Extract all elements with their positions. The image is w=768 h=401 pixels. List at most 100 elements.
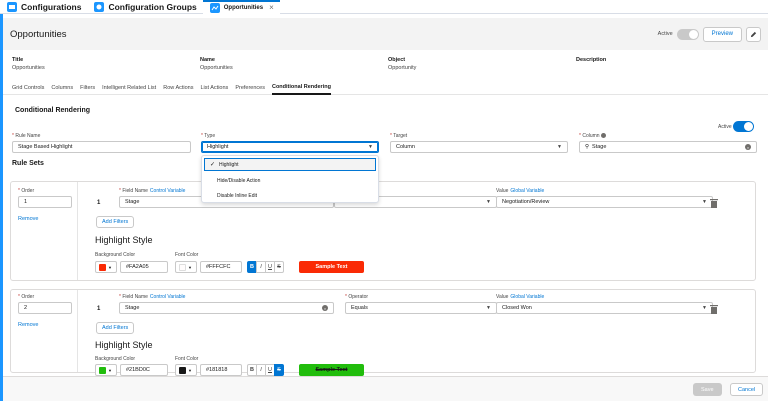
global-variable-link[interactable]: Global Variable xyxy=(510,188,544,194)
order-input[interactable]: 2 xyxy=(18,302,72,314)
order-input[interactable]: 1 xyxy=(18,196,72,208)
detail-object: Object Opportunity xyxy=(388,57,416,71)
tab-label: Opportunities xyxy=(223,4,264,11)
remove-link[interactable]: Remove xyxy=(18,322,38,328)
chevron-down-icon: ▼ xyxy=(368,144,373,150)
tab-conditional-rendering[interactable]: Conditional Rendering xyxy=(271,81,331,95)
strikethrough-button[interactable]: S xyxy=(274,364,284,376)
tab-preferences[interactable]: Preferences xyxy=(235,81,265,95)
cancel-button[interactable]: Cancel xyxy=(730,383,764,396)
preview-button[interactable]: Preview xyxy=(702,26,742,42)
remove-link[interactable]: Remove xyxy=(18,216,38,222)
add-filters-button[interactable]: Add Filters xyxy=(96,216,135,228)
chevron-down-icon: ▼ xyxy=(557,144,562,150)
type-select[interactable]: Highlight ▼ xyxy=(201,141,379,153)
pencil-icon xyxy=(750,31,757,37)
color-swatch xyxy=(99,366,106,374)
rule-sets-title: Rule Sets xyxy=(12,160,44,167)
field-name-label: * Field Name Control Variable xyxy=(119,294,186,300)
field-name-input[interactable]: Stage × xyxy=(119,302,334,314)
tab-list-actions[interactable]: List Actions xyxy=(200,81,228,95)
tab-intelligent-related-list[interactable]: Intelligent Related List xyxy=(102,81,156,95)
color-swatch xyxy=(179,366,186,374)
filter-index: 1 xyxy=(97,200,101,206)
filter-index: 1 xyxy=(97,306,101,312)
chevron-down-icon: ▼ xyxy=(108,264,112,270)
clear-icon[interactable]: × xyxy=(745,144,751,150)
font-color-picker[interactable]: ▼ xyxy=(175,364,197,376)
strikethrough-button[interactable]: S xyxy=(274,261,284,273)
rule-set-card: * Order 1 Remove 1 * Field Name Control V… xyxy=(10,181,756,281)
color-swatch xyxy=(179,263,186,271)
chevron-down-icon: ▼ xyxy=(702,199,707,205)
font-color-picker[interactable]: ▼ xyxy=(175,261,197,273)
value-label: Value Global Variable xyxy=(496,188,545,194)
chevron-down-icon: ▼ xyxy=(108,367,112,373)
dropdown-option-highlight[interactable]: ✓ Highlight xyxy=(204,158,376,171)
chevron-down-icon: ▼ xyxy=(188,367,192,373)
tab-label: Configuration Groups xyxy=(108,1,197,12)
rule-name-label: * Rule Name xyxy=(12,133,41,139)
dropdown-option-disable-inline-edit[interactable]: Disable Inline Edit xyxy=(202,188,378,203)
configuration-groups-icon xyxy=(94,1,105,12)
detail-description: Description xyxy=(576,57,606,65)
trash-icon[interactable] xyxy=(710,198,718,208)
add-filters-button[interactable]: Add Filters xyxy=(96,322,135,334)
edit-button[interactable] xyxy=(746,26,761,42)
page-title: Opportunities xyxy=(10,28,67,40)
rule-name-input[interactable]: Stage Based Highlight xyxy=(12,141,191,153)
close-tab-icon[interactable]: × xyxy=(269,3,274,12)
highlight-style-title: Highlight Style xyxy=(95,340,153,350)
chevron-down-icon: ▼ xyxy=(702,305,707,311)
background-color-input[interactable]: #21BD0C xyxy=(120,364,168,376)
object-label: Object xyxy=(388,57,406,63)
operator-label: * Operator xyxy=(345,294,369,300)
color-swatch xyxy=(99,263,106,271)
checkmark-icon: ✓ xyxy=(210,162,216,168)
target-label: * Target xyxy=(390,133,408,139)
active-label: Active xyxy=(657,31,673,37)
value-label: Value Global Variable xyxy=(496,294,545,300)
tab-grid-controls[interactable]: Grid Controls xyxy=(12,81,44,95)
active-toggle[interactable] xyxy=(676,28,699,40)
operator-select[interactable]: Equals ▼ xyxy=(345,302,497,314)
opportunities-icon xyxy=(209,2,220,13)
column-search-input[interactable]: ⚲ Stage × xyxy=(579,141,757,153)
chevron-down-icon: ▼ xyxy=(486,199,491,205)
trash-icon[interactable] xyxy=(710,304,718,314)
field-name-label: * Field Name Control Variable xyxy=(119,188,186,194)
target-select[interactable]: Column ▼ xyxy=(390,141,568,153)
value-select[interactable]: Closed Won ▼ xyxy=(496,302,713,314)
font-color-input[interactable]: #181818 xyxy=(200,364,242,376)
clear-icon[interactable]: × xyxy=(322,305,328,311)
background-color-picker[interactable]: ▼ xyxy=(95,261,117,273)
control-variable-link[interactable]: Control Variable xyxy=(150,294,185,300)
font-color-label: Font Color xyxy=(175,252,199,258)
search-icon: ⚲ xyxy=(585,144,590,150)
detail-title: Title Opportunities xyxy=(12,57,45,71)
tab-configuration-groups[interactable]: Configuration Groups xyxy=(87,0,202,14)
left-accent-bar xyxy=(0,0,3,401)
background-color-label: Background Color xyxy=(95,252,136,258)
control-variable-link[interactable]: Control Variable xyxy=(150,188,185,194)
font-color-input[interactable]: #FFFCFC xyxy=(200,261,242,273)
background-color-input[interactable]: #FA2A05 xyxy=(120,261,168,273)
value-select[interactable]: Negotiation/Review ▼ xyxy=(496,196,713,208)
order-label: * Order xyxy=(18,188,35,194)
page-header: Opportunities Active Preview xyxy=(3,18,768,50)
global-variable-link[interactable]: Global Variable xyxy=(510,294,544,300)
workspace-tab-bar: Configurations Configuration Groups Oppo… xyxy=(0,0,768,14)
tab-opportunities[interactable]: Opportunities × xyxy=(202,0,280,14)
rule-active-toggle[interactable] xyxy=(733,121,754,132)
tab-label: Configurations xyxy=(21,1,82,12)
save-button[interactable]: Save xyxy=(693,383,722,396)
tab-filters[interactable]: Filters xyxy=(80,81,95,95)
detail-name: Name Opportunities xyxy=(200,57,233,71)
dropdown-option-hide-disable[interactable]: Hide/Disable Action xyxy=(202,173,378,188)
tab-columns[interactable]: Columns xyxy=(51,81,73,95)
tab-row-actions[interactable]: Row Actions xyxy=(163,81,193,95)
type-dropdown-menu: ✓ Highlight Hide/Disable Action Disable I… xyxy=(201,155,379,203)
background-color-picker[interactable]: ▼ xyxy=(95,364,117,376)
tab-configurations[interactable]: Configurations xyxy=(0,0,87,14)
form-footer: Save Cancel xyxy=(3,376,768,401)
